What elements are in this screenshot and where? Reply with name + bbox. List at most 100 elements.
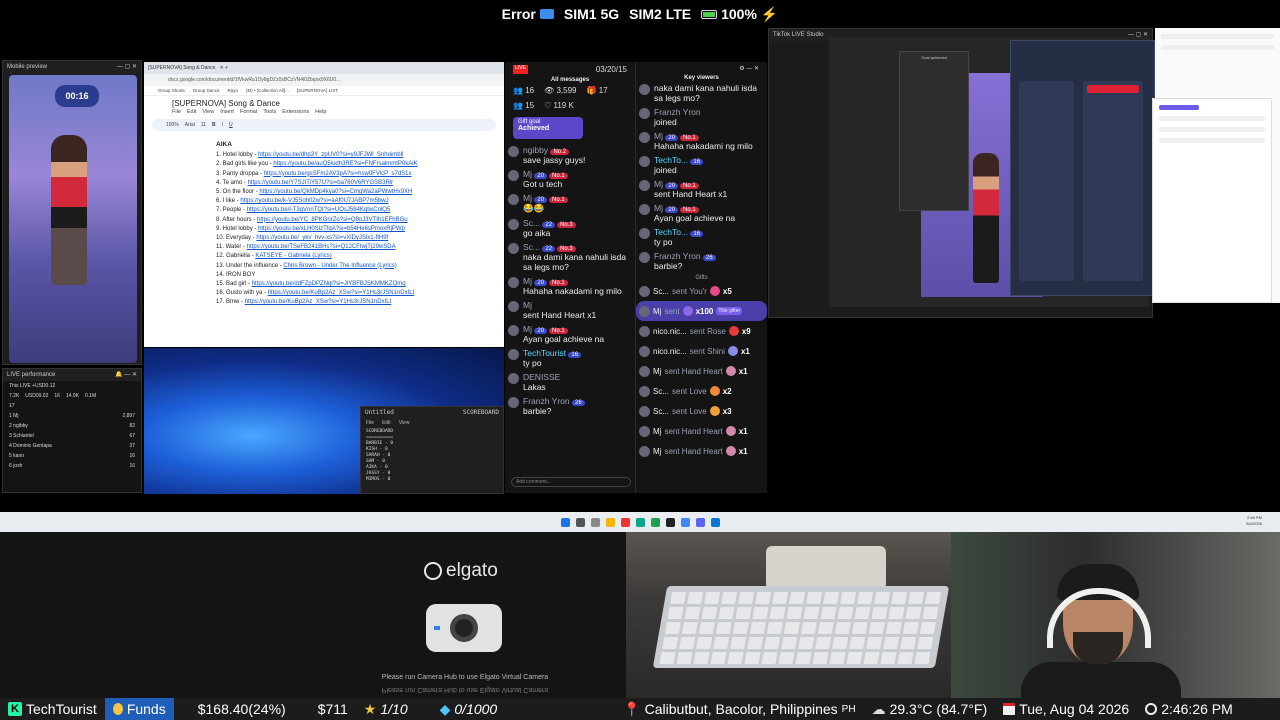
app-icon[interactable]	[710, 517, 720, 527]
song-link[interactable]: https://youtu.be/dhp3Y_zpUV0?si=y9JFJWl_…	[258, 152, 403, 158]
gift-row[interactable]: Sc... sent Love x2	[636, 381, 767, 401]
chat-message[interactable]: DENISSE Lakas	[505, 370, 635, 394]
font-select[interactable]: Arial	[185, 122, 195, 128]
chat-message[interactable]: Sc... 22 No.3 naka dami kana nahuli isda s…	[505, 240, 635, 274]
gift-row[interactable]: Mj sent Hand Heart x1	[636, 361, 767, 381]
menu-view[interactable]: View	[399, 420, 410, 426]
bookmark[interactable]: (M) • [Collection All]...	[246, 88, 289, 93]
menu-file[interactable]: File	[366, 420, 374, 426]
chat-message[interactable]: naka dami kana nahuli isda sa legs mo?	[636, 81, 767, 105]
gift-row[interactable]: nico.nic... sent Rose x9	[636, 321, 767, 341]
bookmark[interactable]: Group Dance	[193, 88, 220, 93]
gift-row[interactable]: Sc... sent Love x3	[636, 401, 767, 421]
song-link[interactable]: https://youtu.be/TSeFB241BHs?si=Q12CFtwj…	[247, 244, 396, 250]
gift-row[interactable]: Sc... sent You'r x5	[636, 281, 767, 301]
menu-tools[interactable]: Tools	[263, 109, 276, 115]
taskbar-clock[interactable]: 2:46 PM 8/4/2026	[1246, 515, 1262, 527]
document-title[interactable]: [SUPERNOVA] Song & Dance	[144, 96, 504, 108]
chat-message[interactable]: Mj 20 No.1 Ayan goal achieve na	[636, 201, 767, 225]
leaderboard-row[interactable]: 6 josh 16	[3, 461, 141, 471]
chat-message[interactable]: Mj 20 No.1 Got u tech	[505, 167, 635, 191]
chat-message[interactable]: Mj 20 No.1 😂😂	[505, 191, 635, 216]
bookmark[interactable]: Rayo	[228, 88, 239, 93]
leaderboard-row[interactable]: 1 Mj 2,897	[3, 411, 141, 421]
menu-extensions[interactable]: Extensions	[282, 109, 309, 115]
song-link[interactable]: https://youtu.be/auQ5ludh3RE?si=FNFrsalm…	[273, 161, 417, 167]
gift-row[interactable]: Mj sent Hand Heart x1	[636, 421, 767, 441]
chat-message[interactable]: Franzh Yron 26 barbie?	[505, 394, 635, 418]
song-link[interactable]: https://youtu.be/YC_8PKGnrZo?si=Q8oJ3VTI…	[257, 217, 408, 223]
chat-message[interactable]: TechTourist 16 ty po	[505, 346, 635, 370]
menu-edit[interactable]: Edit	[187, 109, 196, 115]
app-icon[interactable]	[620, 517, 630, 527]
comment-input[interactable]: Add comment...	[511, 477, 631, 487]
leaderboard-row[interactable]: 5 kano 16	[3, 451, 141, 461]
chat-message[interactable]: Mj 20 No.1 Hahaha nakadami ng milo	[636, 129, 767, 153]
gift-goal-card[interactable]: Gift goal Achieved	[513, 117, 583, 139]
gift-row[interactable]: Mj sent x100 Title gifter	[636, 301, 767, 321]
notepad-window[interactable]: Untitled SCOREBOARD File Edit View SCOREB…	[360, 406, 504, 494]
font-size[interactable]: 11	[201, 122, 206, 128]
song-link[interactable]: https://youtu.be/k-VJ5Soh02w?si=aAf0U7JA…	[240, 198, 388, 204]
goal-modal[interactable]: Goal achieved	[899, 51, 969, 211]
chat-message[interactable]: Franzh Yron joined	[636, 105, 767, 129]
song-link[interactable]: https://youtu.be/KuBp2Az_XSw?si=Y1Hs3rJS…	[268, 290, 415, 296]
menu-format[interactable]: Format	[240, 109, 257, 115]
song-link[interactable]: https://youtu.be/l-T3gVnnTQI?si=UOsJ584K…	[247, 207, 391, 213]
leaderboard-row[interactable]: 2 ngibby 82	[3, 421, 141, 431]
song-link[interactable]: Chris Brown - Under The Influence (Lyric…	[283, 263, 396, 269]
settings-icon[interactable]: ⚙ — ✕	[739, 65, 759, 72]
browser-tab[interactable]: [SUPERNOVA] Song & Dance	[148, 65, 215, 71]
song-link[interactable]: https://youtu.be/_ykv_hvv-xs?si=vXlDyJSl…	[256, 235, 388, 241]
app-icon[interactable]	[650, 517, 660, 527]
chat-message[interactable]: Mj sent Hand Heart x1	[505, 298, 635, 322]
tiktok-icon[interactable]	[665, 517, 675, 527]
song-link[interactable]: https://youtu.be/gsSFm2AV3pA?si=hsw0FVlc…	[264, 171, 412, 177]
taskview-icon[interactable]	[590, 517, 600, 527]
gift-row[interactable]: nico.nic... sent Shini x1	[636, 341, 767, 361]
song-link[interactable]: https://youtu.be/xLH0SlzTfqA?si=b54He6sP…	[258, 226, 405, 232]
document-body[interactable]: AIKA 1. Hotel lobby - https://youtu.be/d…	[144, 134, 504, 314]
live-chat-window[interactable]: LIVE 03/20/15 All messages 👥 16 👁 3,599 🎁…	[505, 62, 767, 493]
chat-message[interactable]: Mj 20 No.1 sent Hand Heart x1	[636, 177, 767, 201]
leaderboard-row[interactable]: 3 Schiantel 67	[3, 431, 141, 441]
bookmark[interactable]: Group Shorts	[158, 88, 185, 93]
chat-message[interactable]: Franzh Yron 26 barbie?	[636, 249, 767, 273]
song-link[interactable]: https://youtu.be/KuBp2Az_XSw?si=Y1Hs3rJS…	[245, 299, 392, 305]
app-icon[interactable]	[635, 517, 645, 527]
bookmark[interactable]: [SUPERNOVA] LIST	[297, 88, 338, 93]
underline-button[interactable]: U	[229, 122, 233, 128]
menu-insert[interactable]: Insert	[220, 109, 234, 115]
google-docs-window[interactable]: [SUPERNOVA] Song & Dance ✕ + docs.google.…	[144, 62, 504, 347]
chat-message[interactable]: TechTo... 16 joined	[636, 153, 767, 177]
live-performance-window[interactable]: LIVE performance 🔔 — ✕ This LIVE +USD0.12…	[2, 368, 142, 493]
chat-message[interactable]: ngibby No.2 save jassy guys!	[505, 143, 635, 167]
leaderboard-row[interactable]: 4 Dominic Gentapa 37	[3, 441, 141, 451]
menu-edit[interactable]: Edit	[382, 420, 391, 426]
scoreboard-text[interactable]: SCOREBOARD ========== BARBIE - 0 KISH - …	[361, 427, 503, 485]
address-bar[interactable]: docs.google.com/document/d/1fVkwRu1Oy8gD…	[144, 74, 504, 86]
chat-message[interactable]: Mj 20 No.1 Hahaha nakadami ng milo	[505, 274, 635, 298]
bold-button[interactable]: B	[212, 122, 216, 128]
start-icon[interactable]	[560, 517, 570, 527]
zoom-select[interactable]: 100%	[166, 122, 179, 128]
menu-file[interactable]: File	[172, 109, 181, 115]
gift-row[interactable]: Mj sent Hand Heart x1	[636, 441, 767, 461]
search-icon[interactable]	[575, 517, 585, 527]
song-link[interactable]: https://youtu.be/QkMDp4kya0?si=CmgWa2aPW…	[259, 189, 412, 195]
song-link[interactable]: https://youtu.be/ddFZpDPZNql?si=JiYBFBJS…	[252, 281, 406, 287]
menu-help[interactable]: Help	[315, 109, 326, 115]
italic-button[interactable]: I	[222, 122, 223, 128]
chat-message[interactable]: Sc... 22 No.3 go aika	[505, 216, 635, 240]
mobile-preview-window[interactable]: Mobile preview — ▢ ✕ 00:16	[2, 60, 142, 365]
explorer-icon[interactable]	[605, 517, 615, 527]
chat-message[interactable]: TechTo... 16 ty po	[636, 225, 767, 249]
song-link[interactable]: KATSEYE - Gabriela (Lyrics)	[255, 253, 331, 259]
settings-window[interactable]	[1152, 98, 1272, 303]
browser-window[interactable]	[1010, 40, 1155, 296]
song-link[interactable]: https://youtu.be/Y7SJITiY57U?si=ba760V6R…	[248, 180, 394, 186]
menu-view[interactable]: View	[202, 109, 214, 115]
chat-message[interactable]: Mj 20 No.1 Ayan goal achieve na	[505, 322, 635, 346]
app-icon[interactable]	[695, 517, 705, 527]
chrome-icon[interactable]	[680, 517, 690, 527]
